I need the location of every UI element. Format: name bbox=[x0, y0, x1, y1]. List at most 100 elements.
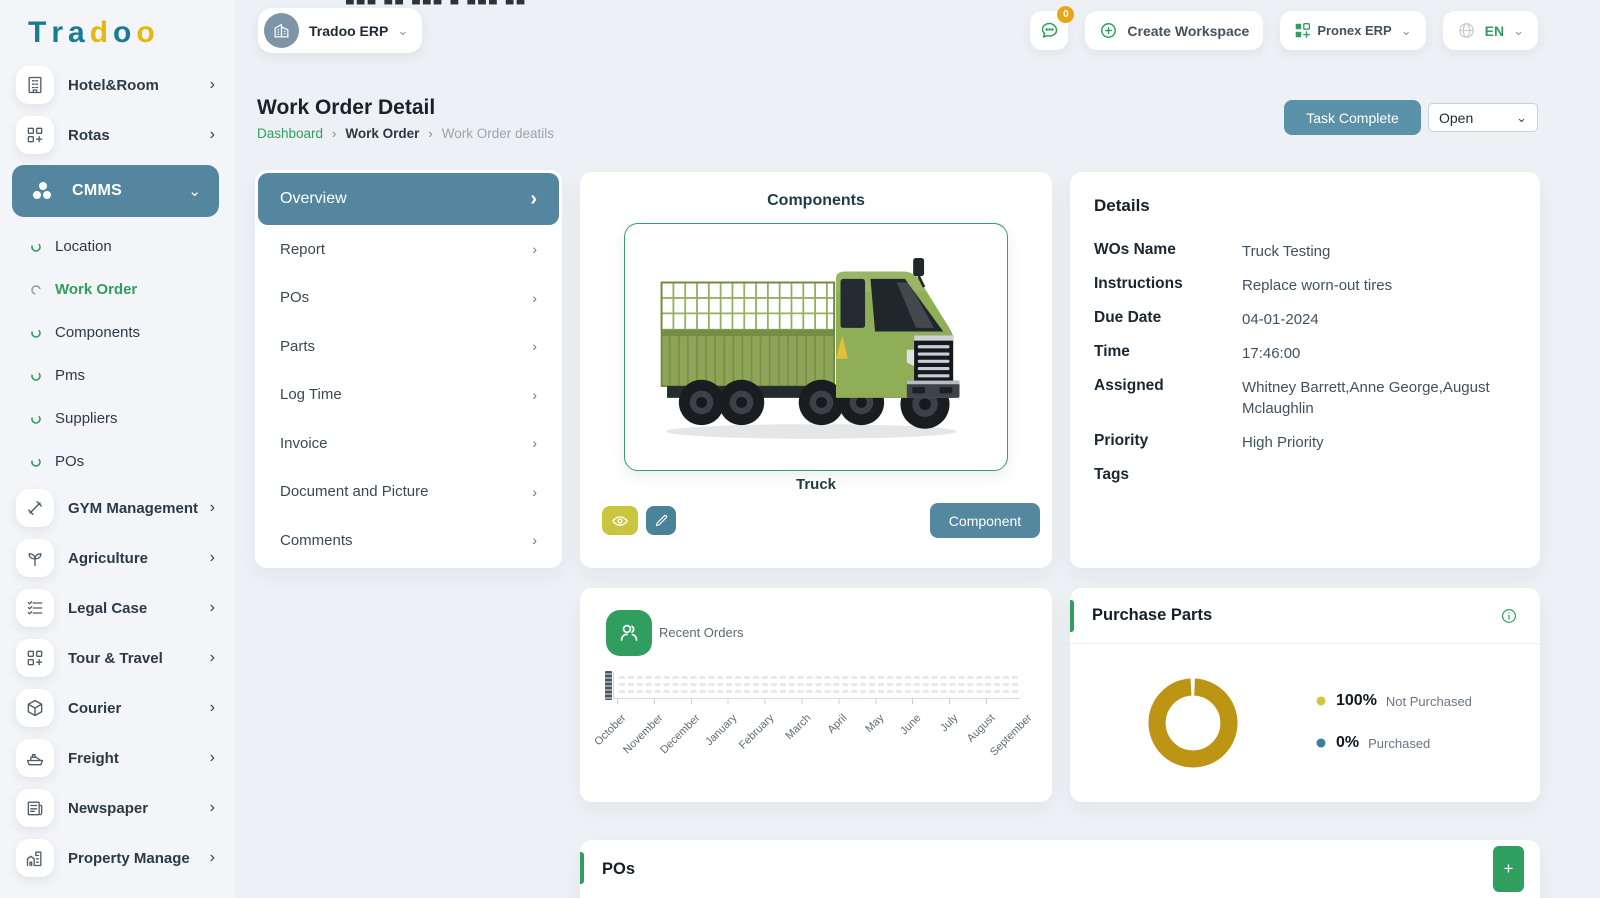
sidebar-subitem-pos[interactable]: POs bbox=[0, 440, 235, 483]
chevron-right-icon: › bbox=[210, 500, 215, 516]
recent-orders-card: Recent Orders October November December … bbox=[580, 588, 1052, 802]
sidebar-item-tour-travel[interactable]: Tour & Travel › bbox=[0, 633, 235, 683]
logo-letter: a bbox=[68, 16, 90, 50]
erp-menu-button[interactable]: Pronex ERP ⌄ bbox=[1280, 11, 1425, 50]
edit-button[interactable] bbox=[646, 506, 676, 535]
sidebar-item-property-manage[interactable]: Property Manage › bbox=[0, 833, 235, 883]
sidebar-item-cmms[interactable]: CMMS ⌄ bbox=[12, 165, 219, 217]
legend-dot bbox=[1316, 738, 1326, 748]
tab-log-time[interactable]: Log Time› bbox=[258, 371, 559, 420]
workspace-avatar bbox=[264, 13, 299, 48]
chevron-right-icon: › bbox=[210, 650, 215, 666]
sidebar-subitem-label: Components bbox=[55, 324, 140, 341]
sidebar-item-label: Legal Case bbox=[68, 600, 147, 617]
breadcrumb-work-order[interactable]: Work Order bbox=[345, 126, 419, 141]
chevron-right-icon: › bbox=[532, 290, 537, 306]
create-workspace-button[interactable]: Create Workspace bbox=[1085, 11, 1263, 50]
sidebar-item-label: Rotas bbox=[68, 127, 110, 144]
info-icon[interactable] bbox=[1500, 607, 1518, 625]
view-button[interactable] bbox=[602, 506, 638, 535]
legend-item: 100% Not Purchased bbox=[1316, 692, 1472, 710]
grid-plus-icon bbox=[16, 116, 54, 154]
logo-letter: o bbox=[136, 16, 159, 50]
sidebar-item-label: Property Manage bbox=[68, 850, 190, 867]
tab-report[interactable]: Report› bbox=[258, 225, 559, 274]
detail-row: AssignedWhitney Barrett,Anne George,Augu… bbox=[1094, 377, 1516, 419]
chevron-right-icon: › bbox=[210, 700, 215, 716]
component-button[interactable]: Component bbox=[930, 503, 1040, 538]
legend-dot bbox=[1316, 696, 1326, 706]
detail-value: 04-01-2024 bbox=[1242, 309, 1510, 330]
workspace-switcher[interactable]: Tradoo ERP ⌄ bbox=[258, 8, 422, 53]
task-complete-button[interactable]: Task Complete bbox=[1284, 100, 1421, 135]
logo-letter: o bbox=[113, 16, 136, 50]
purchase-parts-title: Purchase Parts bbox=[1092, 606, 1212, 625]
component-actions: Component bbox=[602, 503, 1040, 538]
plant-icon bbox=[16, 539, 54, 577]
language-selector[interactable]: EN ⌄ bbox=[1443, 11, 1538, 50]
sidebar-item-hotel-room[interactable]: Hotel&Room › bbox=[0, 60, 235, 110]
sidebar-subitem-location[interactable]: Location bbox=[0, 225, 235, 268]
tab-invoice[interactable]: Invoice› bbox=[258, 419, 559, 468]
add-po-button[interactable]: + bbox=[1493, 846, 1524, 892]
detail-row: WOs NameTruck Testing bbox=[1094, 241, 1516, 262]
dumbbell-icon bbox=[16, 489, 54, 527]
chevron-down-icon: ⌄ bbox=[188, 182, 201, 200]
legend-item: 0% Purchased bbox=[1316, 734, 1472, 752]
detail-label: Assigned bbox=[1094, 377, 1242, 419]
language-label: EN bbox=[1485, 23, 1504, 39]
sidebar-subitem-suppliers[interactable]: Suppliers bbox=[0, 397, 235, 440]
package-icon bbox=[16, 689, 54, 727]
sidebar-subitem-pms[interactable]: Pms bbox=[0, 354, 235, 397]
component-name: Truck bbox=[580, 476, 1052, 493]
details-title: Details bbox=[1094, 196, 1516, 216]
tab-parts[interactable]: Parts› bbox=[258, 322, 559, 371]
sidebar-item-legal-case[interactable]: Legal Case › bbox=[0, 583, 235, 633]
component-image[interactable] bbox=[624, 223, 1008, 471]
sidebar-item-agriculture[interactable]: Agriculture › bbox=[0, 533, 235, 583]
sidebar: Tradoo Hotel&Room › Rotas › CMMS ⌄ Loc bbox=[0, 0, 235, 898]
sidebar-item-newspaper[interactable]: Newspaper › bbox=[0, 783, 235, 833]
pos-title: POs bbox=[602, 860, 635, 879]
sidebar-subitem-label: POs bbox=[55, 453, 84, 470]
detail-row: Due Date04-01-2024 bbox=[1094, 309, 1516, 330]
tab-label: Report bbox=[280, 241, 325, 258]
components-title: Components bbox=[580, 192, 1052, 210]
tab-overview[interactable]: Overview › bbox=[258, 173, 559, 225]
clipped-marquee-text: ▄▄▄ ▄▄ ▄▄▄ ▄ ▄▄▄ ▄▄ bbox=[346, 0, 527, 5]
ship-icon bbox=[16, 739, 54, 777]
tab-label: Comments bbox=[280, 532, 353, 549]
sidebar-item-rotas[interactable]: Rotas › bbox=[0, 110, 235, 160]
orders-chart: October November December January Februa… bbox=[612, 672, 1020, 782]
legend-percent: 0% bbox=[1336, 734, 1359, 752]
chat-button[interactable]: 0 bbox=[1030, 11, 1068, 50]
tab-pos[interactable]: POs › bbox=[258, 274, 559, 323]
sidebar-item-label: Hotel&Room bbox=[68, 77, 159, 94]
detail-label: Due Date bbox=[1094, 309, 1242, 330]
work-order-nav-card: Overview › Report› POs› Parts› Log Time›… bbox=[255, 170, 562, 568]
sidebar-item-gym-management[interactable]: GYM Management › bbox=[0, 483, 235, 533]
gridline bbox=[619, 676, 1018, 679]
breadcrumb-dashboard[interactable]: Dashboard bbox=[257, 126, 323, 141]
orders-people-icon bbox=[606, 610, 652, 656]
chevron-right-icon: › bbox=[210, 550, 215, 566]
chevron-right-icon: › bbox=[532, 435, 537, 451]
circle-icon bbox=[30, 456, 42, 468]
tab-label: Log Time bbox=[280, 386, 342, 403]
detail-row: PriorityHigh Priority bbox=[1094, 432, 1516, 453]
detail-value: High Priority bbox=[1242, 432, 1510, 453]
tab-comments[interactable]: Comments› bbox=[258, 516, 559, 565]
truck-illustration bbox=[643, 248, 989, 446]
legend-label: Not Purchased bbox=[1386, 694, 1472, 709]
legend-label: Purchased bbox=[1368, 736, 1430, 751]
status-select[interactable]: Open ⌄ bbox=[1428, 103, 1538, 132]
sidebar-subitem-work-order[interactable]: Work Order bbox=[0, 268, 235, 311]
property-icon bbox=[16, 839, 54, 877]
sidebar-item-freight[interactable]: Freight › bbox=[0, 733, 235, 783]
tab-document-picture[interactable]: Document and Picture› bbox=[258, 468, 559, 517]
sidebar-item-courier[interactable]: Courier › bbox=[0, 683, 235, 733]
tab-label: POs bbox=[280, 289, 309, 306]
sidebar-subitem-components[interactable]: Components bbox=[0, 311, 235, 354]
topbar-actions: 0 Create Workspace Pronex ERP ⌄ EN ⌄ bbox=[1030, 11, 1538, 50]
detail-label: Tags bbox=[1094, 466, 1242, 484]
